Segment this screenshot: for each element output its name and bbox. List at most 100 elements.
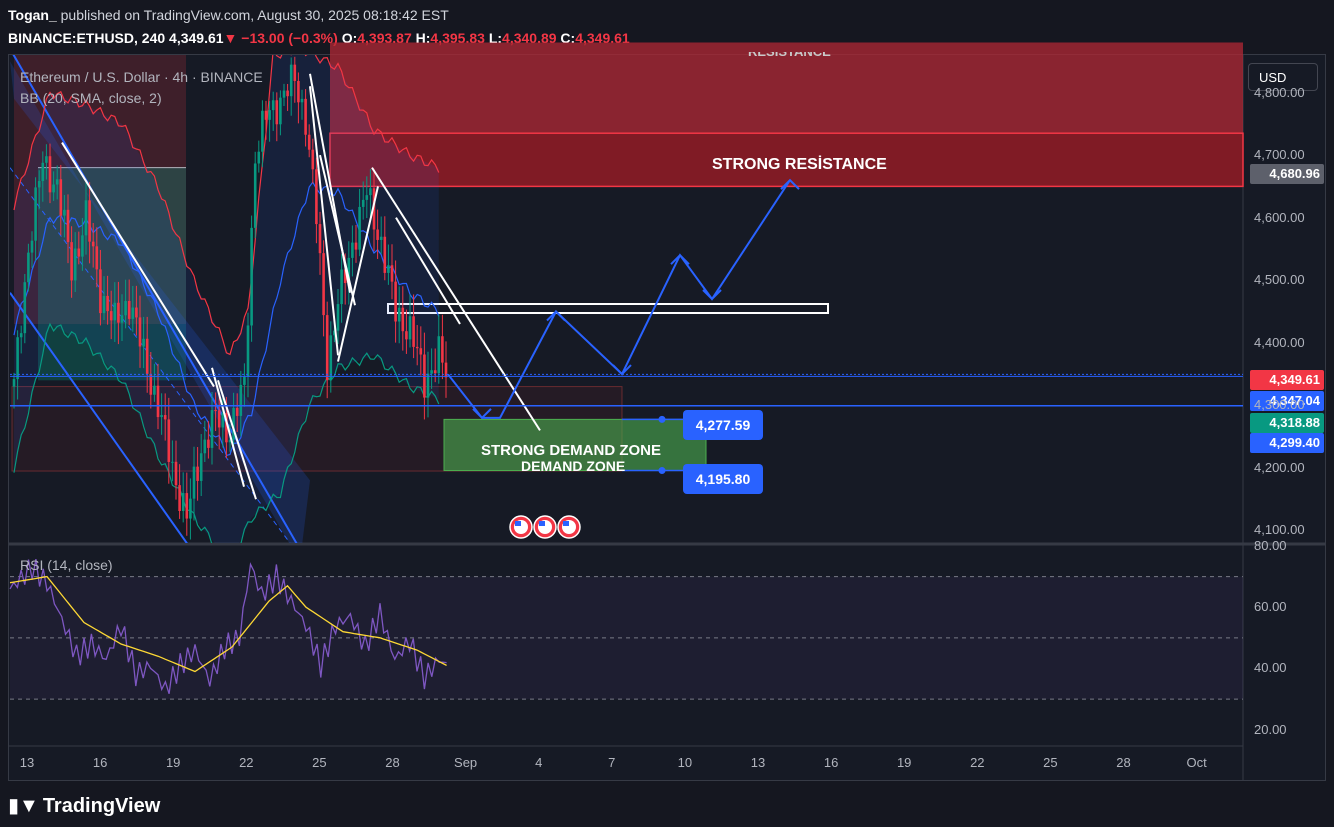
candle-body [354, 242, 358, 250]
time-axis-tick: 19 [896, 755, 912, 770]
candle-body [109, 311, 113, 321]
candle-body [441, 336, 444, 363]
candle-body [239, 384, 243, 416]
candle-body [325, 315, 329, 381]
candle-body [315, 169, 318, 225]
candle-body [268, 110, 271, 120]
projection-arrowhead-2 [612, 364, 632, 376]
candle-body [30, 240, 34, 253]
candle-body [387, 265, 390, 273]
candle-body [307, 134, 311, 150]
candle-body [261, 110, 264, 152]
candle-body [52, 184, 55, 193]
candle-body [304, 98, 307, 135]
chart-canvas[interactable] [0, 0, 1334, 827]
tradingview-logo[interactable]: ▮▼ TradingView [8, 793, 160, 818]
candle-body [235, 407, 239, 416]
demand-zone-label: DEMAND ZONE [521, 458, 626, 474]
time-axis-tick: 13 [19, 755, 35, 770]
candle-body [253, 163, 257, 228]
candle-body [365, 195, 369, 200]
candle-body [167, 419, 171, 462]
candle-body [401, 307, 405, 332]
candle-body [412, 316, 415, 347]
candle-body [444, 362, 448, 378]
candle-body [369, 188, 372, 196]
price-tag-support: 4,299.40 [1250, 433, 1324, 453]
candle-body [279, 97, 282, 125]
candle-body [318, 224, 322, 254]
candle-body [383, 236, 387, 273]
time-axis-tick: 25 [1043, 755, 1058, 770]
us-flag-canton-1 [539, 521, 545, 526]
candle-body [340, 269, 343, 305]
candle-body [63, 209, 66, 216]
candle-body [433, 370, 437, 374]
bb-legend[interactable]: BB (20, SMA, close, 2) [20, 90, 162, 106]
candle-body [293, 64, 297, 81]
price-axis-tick: 4,500.00 [1254, 272, 1305, 288]
candle-body [282, 90, 286, 98]
time-axis-tick: 19 [165, 755, 181, 770]
rsi-legend[interactable]: RSI (14, close) [20, 557, 113, 573]
symbol-legend[interactable]: Ethereum / U.S. Dollar · 4h · BINANCE [20, 69, 263, 85]
candle-body [405, 331, 408, 340]
candle-body [88, 200, 91, 242]
candle-body [41, 162, 45, 182]
candle-body [264, 110, 268, 120]
price-tag-target: 4,680.96 [1250, 164, 1324, 184]
candle-body [289, 64, 293, 97]
candle-body [397, 307, 401, 322]
candle-body [329, 335, 333, 381]
us-flag-canton-0 [515, 521, 521, 526]
candle-body [246, 325, 250, 377]
projection-arrowhead-3 [670, 253, 690, 265]
tv-logo-icon: ▮▼ [8, 795, 39, 817]
candle-body [181, 493, 185, 511]
us-flag-canton-2 [563, 521, 569, 526]
price-axis-tick: 4,200.00 [1254, 459, 1305, 475]
projection-arrowhead-4 [702, 289, 722, 301]
candle-body [19, 333, 23, 338]
candle-body [214, 410, 217, 412]
time-axis-tick: 4 [535, 755, 543, 770]
candle-body [34, 187, 37, 241]
candle-body [16, 337, 19, 380]
candle-body [271, 100, 275, 111]
price-axis-tick: 4,100.00 [1254, 522, 1305, 538]
candle-body [390, 265, 394, 282]
candle-body [120, 315, 124, 323]
strong-resistance-label: STRONG RESİSTANCE [712, 156, 887, 173]
candle-body [95, 246, 99, 270]
candle-body [99, 269, 102, 314]
price-axis-tick: 4,800.00 [1254, 84, 1305, 100]
time-axis-tick: Sep [454, 755, 478, 770]
candle-body [113, 302, 117, 321]
price-axis-tick: 4,300.00 [1254, 397, 1305, 413]
candle-body [117, 302, 120, 323]
time-axis-tick: 7 [608, 755, 616, 770]
time-axis-tick: 28 [1116, 755, 1131, 770]
candle-body [394, 281, 397, 322]
candle-body [106, 295, 109, 312]
candle-body [419, 348, 423, 355]
callout-upper[interactable]: 4,277.59 [683, 410, 763, 440]
candle-body [127, 300, 131, 319]
candle-body [48, 156, 52, 193]
candle-body [156, 385, 160, 418]
candle-body [275, 100, 279, 125]
candle-body [178, 485, 181, 511]
price-tag-bb-lower: 4,318.88 [1250, 413, 1324, 433]
candle-body [243, 376, 246, 385]
callout-lower[interactable]: 4,195.80 [683, 464, 763, 494]
consolidation-box [387, 303, 829, 315]
candle-body [45, 156, 48, 163]
candle-body [77, 248, 81, 257]
candle-body [145, 338, 149, 374]
candle-body [437, 336, 441, 374]
candle-body [199, 453, 203, 481]
price-axis-tick: 4,600.00 [1254, 209, 1305, 225]
candle-body [196, 466, 199, 481]
time-axis-tick: 10 [677, 755, 693, 770]
candle-body [59, 179, 63, 216]
